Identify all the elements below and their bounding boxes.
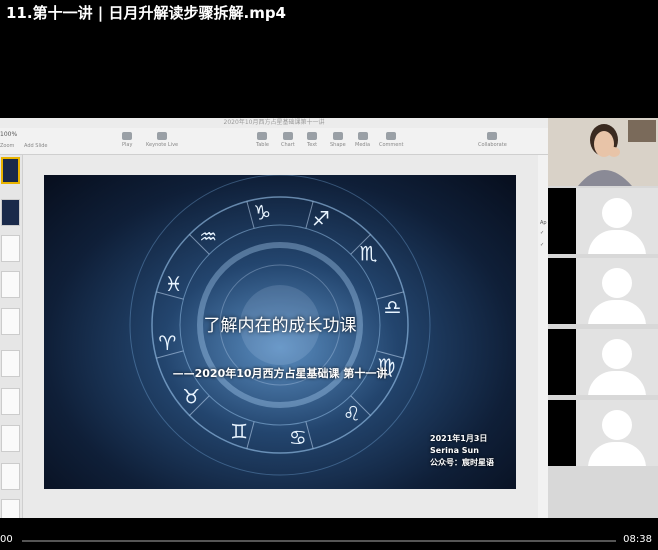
seek-bar[interactable]: [22, 540, 616, 542]
media-button[interactable]: Media: [355, 130, 370, 148]
slide-info: 2021年1月3日 Serina Sun 公众号：宸时星语: [430, 433, 494, 469]
participant-tile[interactable]: [548, 400, 658, 466]
table-icon: [257, 132, 268, 140]
slide-date: 2021年1月3日: [430, 434, 488, 443]
zodiac-glyph: ♑: [253, 200, 271, 224]
slide-author: Serina Sun: [430, 446, 479, 455]
format-panel: [538, 155, 548, 518]
media-icon: [357, 132, 368, 140]
participant-tile[interactable]: [548, 188, 658, 254]
total-time: 08:38: [623, 534, 652, 545]
text-icon: [307, 132, 318, 140]
sidebar-checkbox[interactable]: ✓: [540, 242, 544, 248]
slide-title: 了解内在的成长功课: [203, 316, 357, 336]
presenter-video: [548, 118, 658, 186]
video-title: 11.第十一讲 | 日月升解读步骤拆解.mp4: [6, 4, 286, 22]
user-avatar-icon: [602, 410, 632, 440]
chart-icon: [282, 132, 293, 140]
slide-thumbnail[interactable]: [1, 499, 20, 518]
slide-thumbnail[interactable]: [1, 463, 20, 490]
shape-icon: [332, 132, 343, 140]
screen-share: 2020年10月西方占星基础课第十一讲 100% Zoom Add Slide …: [0, 118, 658, 518]
player-controls: 00 08:38: [0, 520, 658, 550]
collaborate-icon: [487, 132, 498, 140]
zodiac-divider: [305, 421, 314, 449]
slide-thumbnail[interactable]: [1, 157, 20, 184]
zodiac-glyph: ♉: [182, 385, 200, 409]
comment-button[interactable]: Comment: [379, 130, 404, 148]
slide-thumbnail[interactable]: [1, 425, 20, 452]
comment-icon: [386, 132, 397, 140]
slide-thumbnail[interactable]: [1, 308, 20, 335]
chart-button[interactable]: Chart: [281, 130, 295, 148]
current-time: 00: [0, 534, 13, 545]
keynote-toolbar: 100% Zoom Add Slide Play Keynote Live Ta…: [0, 128, 548, 155]
zodiac-glyph: ♐: [312, 207, 330, 231]
text-button[interactable]: Text: [307, 130, 317, 148]
zodiac-glyph: ♊: [230, 419, 248, 443]
participant-tile[interactable]: [548, 329, 658, 395]
slide-account: 公众号：宸时星语: [430, 458, 494, 467]
shape-button[interactable]: Shape: [330, 130, 346, 148]
collaborate-button[interactable]: Collaborate: [478, 130, 507, 148]
user-avatar-icon: [602, 198, 632, 228]
zodiac-glyph: ♏: [360, 241, 378, 265]
current-slide[interactable]: ♑ ♐ ♏ ♎ ♍ ♌ ♋ ♊ ♉ ♈ ♓ ♒ 了解内在的成长功课 ——2020年10月西方占星基础课…: [44, 175, 516, 489]
slide-subtitle: ——2020年10月西方占星基础课 第十一讲: [172, 367, 388, 380]
sidebar-checkbox[interactable]: ✓: [540, 230, 544, 236]
participant-tile[interactable]: [548, 258, 658, 324]
slide-thumbnail[interactable]: [1, 271, 20, 298]
zodiac-glyph: ♌: [343, 402, 361, 426]
keynote-live-icon: [157, 132, 168, 140]
slide-thumbnail[interactable]: [1, 235, 20, 262]
keynote-window-title: 2020年10月西方占星基础课第十一讲: [0, 118, 548, 128]
slide-thumbnail[interactable]: [1, 350, 20, 377]
presenter-avatar: [548, 118, 658, 186]
keynote-live-button[interactable]: Keynote Live: [146, 130, 178, 148]
slide-thumbnail[interactable]: [1, 388, 20, 415]
slide-thumbnail[interactable]: [1, 199, 20, 226]
zoom-label: Zoom: [0, 143, 15, 149]
table-button[interactable]: Table: [256, 130, 269, 148]
zodiac-glyph: ♒: [199, 224, 217, 248]
user-avatar-icon: [602, 339, 632, 369]
zoom-select[interactable]: 100%: [0, 131, 17, 138]
zodiac-glyph: ♓: [165, 272, 183, 296]
sidebar-fragment: Ap: [540, 220, 547, 226]
add-slide-button[interactable]: Add Slide: [24, 143, 47, 149]
user-avatar-icon: [602, 268, 632, 298]
zodiac-glyph: ♋: [289, 426, 307, 450]
play-icon: [122, 132, 133, 140]
slide-navigator: [0, 155, 23, 518]
play-button[interactable]: Play: [122, 130, 132, 148]
